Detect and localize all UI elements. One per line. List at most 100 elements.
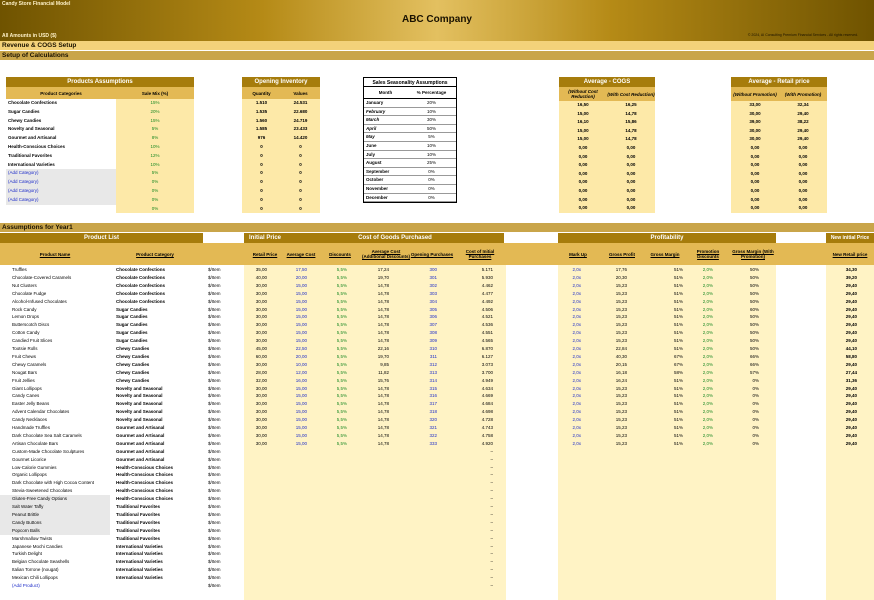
retail-price[interactable]: 30,00 (244, 298, 270, 306)
sale-mix-input[interactable]: 0% (116, 204, 194, 214)
mark-up[interactable]: 2,0x (558, 298, 584, 306)
mark-up[interactable]: 2,0x (558, 306, 584, 314)
product-name[interactable]: Popcorn Balls (12, 527, 110, 535)
mark-up[interactable]: 2,0x (558, 266, 584, 274)
discount-pct[interactable] (318, 527, 350, 535)
product-category[interactable]: Chewy Candies (116, 361, 208, 369)
promotion-discount[interactable]: 2,0% (686, 361, 716, 369)
average-cost[interactable] (286, 448, 310, 456)
product-category[interactable]: Gourmet and Artisanal (116, 448, 208, 456)
average-cost[interactable] (286, 495, 310, 503)
promotion-discount[interactable]: 2,0% (686, 345, 716, 353)
promotion-discount[interactable] (686, 558, 716, 566)
mark-up[interactable] (558, 527, 584, 535)
mark-up[interactable]: 2,0x (558, 440, 584, 448)
season-percentage[interactable]: 50% (407, 125, 456, 134)
average-cost[interactable] (286, 582, 310, 590)
mark-up[interactable]: 2,0x (558, 424, 584, 432)
average-cost[interactable] (286, 550, 310, 558)
opening-purchases[interactable] (410, 471, 440, 479)
retail-price[interactable]: 35,00 (244, 266, 270, 274)
season-percentage[interactable]: 30% (407, 116, 456, 125)
product-category[interactable]: Novelty and Seasonal (116, 392, 208, 400)
promotion-discount[interactable] (686, 471, 716, 479)
promotion-discount[interactable]: 2,0% (686, 424, 716, 432)
discount-pct[interactable]: 5,5% (318, 298, 350, 306)
average-cost[interactable]: 15,00 (286, 400, 310, 408)
mark-up[interactable] (558, 471, 584, 479)
sale-mix-input[interactable]: 5% (116, 169, 194, 179)
promotion-discount[interactable] (686, 566, 716, 574)
average-cost[interactable]: 15,00 (286, 298, 310, 306)
mark-up[interactable]: 2,0x (558, 345, 584, 353)
sale-mix-input[interactable]: 8% (116, 134, 194, 143)
product-category[interactable]: Traditional Favorites (116, 527, 208, 535)
opening-purchases[interactable] (410, 456, 440, 464)
product-category[interactable] (116, 582, 208, 590)
mark-up[interactable]: 2,0x (558, 313, 584, 321)
product-name[interactable]: Peanut Brittle (12, 511, 110, 519)
retail-price[interactable]: 30,00 (244, 321, 270, 329)
product-name[interactable]: Gourmet Licorice (12, 456, 110, 464)
product-name[interactable]: Handmade Truffles (12, 424, 110, 432)
retail-price[interactable] (244, 574, 270, 582)
add-category-link[interactable]: (Add Category) (6, 186, 116, 196)
opening-purchases[interactable]: 313 (410, 369, 440, 377)
average-cost[interactable] (286, 543, 310, 551)
quantity-value[interactable]: 0 (242, 205, 281, 214)
inventory-value[interactable]: 23.433 (281, 125, 320, 134)
discount-pct[interactable]: 5,5% (318, 416, 350, 424)
average-cost[interactable]: 10,00 (286, 361, 310, 369)
product-category[interactable]: Chocolate Confections (116, 290, 208, 298)
opening-purchases[interactable]: 315 (410, 385, 440, 393)
mark-up[interactable] (558, 464, 584, 472)
product-category[interactable]: Chewy Candies (116, 377, 208, 385)
inventory-value[interactable]: 0 (281, 143, 320, 152)
retail-price[interactable]: 30,00 (244, 424, 270, 432)
inventory-value[interactable]: 0 (281, 169, 320, 178)
quantity-value[interactable]: 976 (242, 134, 281, 143)
promotion-discount[interactable] (686, 456, 716, 464)
retail-price[interactable] (244, 519, 270, 527)
mark-up[interactable] (558, 495, 584, 503)
opening-purchases[interactable]: 310 (410, 345, 440, 353)
opening-purchases[interactable]: 318 (410, 408, 440, 416)
average-cost[interactable] (286, 503, 310, 511)
mark-up[interactable]: 2,0x (558, 361, 584, 369)
average-cost[interactable] (286, 456, 310, 464)
opening-purchases[interactable] (410, 487, 440, 495)
retail-price[interactable]: 30,00 (244, 306, 270, 314)
retail-price[interactable] (244, 456, 270, 464)
product-name[interactable]: Fruit Jellies (12, 377, 110, 385)
retail-price[interactable]: 30,00 (244, 400, 270, 408)
product-name[interactable]: Gluten-Free Candy Options (12, 495, 110, 503)
retail-price[interactable]: 40,00 (244, 274, 270, 282)
season-percentage[interactable]: 0% (407, 185, 456, 194)
product-category[interactable]: Sugar Candies (116, 321, 208, 329)
mark-up[interactable]: 2,0x (558, 432, 584, 440)
product-name[interactable]: Custom-Made Chocolate Sculptures (12, 448, 110, 456)
retail-price[interactable]: 30,00 (244, 361, 270, 369)
average-cost[interactable]: 15,00 (286, 337, 310, 345)
mark-up[interactable]: 2,0x (558, 392, 584, 400)
average-cost[interactable] (286, 535, 310, 543)
discount-pct[interactable]: 5,5% (318, 385, 350, 393)
product-name[interactable]: Truffles (12, 266, 110, 274)
discount-pct[interactable]: 5,5% (318, 408, 350, 416)
sale-mix-input[interactable]: 0% (116, 195, 194, 205)
retail-price[interactable] (244, 464, 270, 472)
opening-purchases[interactable]: 307 (410, 321, 440, 329)
quantity-value[interactable]: 1.510 (242, 99, 281, 108)
sale-mix-input[interactable]: 15% (116, 99, 194, 108)
discount-pct[interactable] (318, 487, 350, 495)
discount-pct[interactable]: 5,5% (318, 400, 350, 408)
season-percentage[interactable]: 5% (407, 133, 456, 142)
product-name[interactable]: Rock Candy (12, 306, 110, 314)
product-category[interactable]: Traditional Favorites (116, 503, 208, 511)
sale-mix-input[interactable]: 10% (116, 160, 194, 170)
inventory-value[interactable]: 0 (281, 152, 320, 161)
discount-pct[interactable] (318, 511, 350, 519)
average-cost[interactable]: 20,00 (286, 274, 310, 282)
opening-purchases[interactable] (410, 503, 440, 511)
season-percentage[interactable]: 0% (407, 176, 456, 185)
